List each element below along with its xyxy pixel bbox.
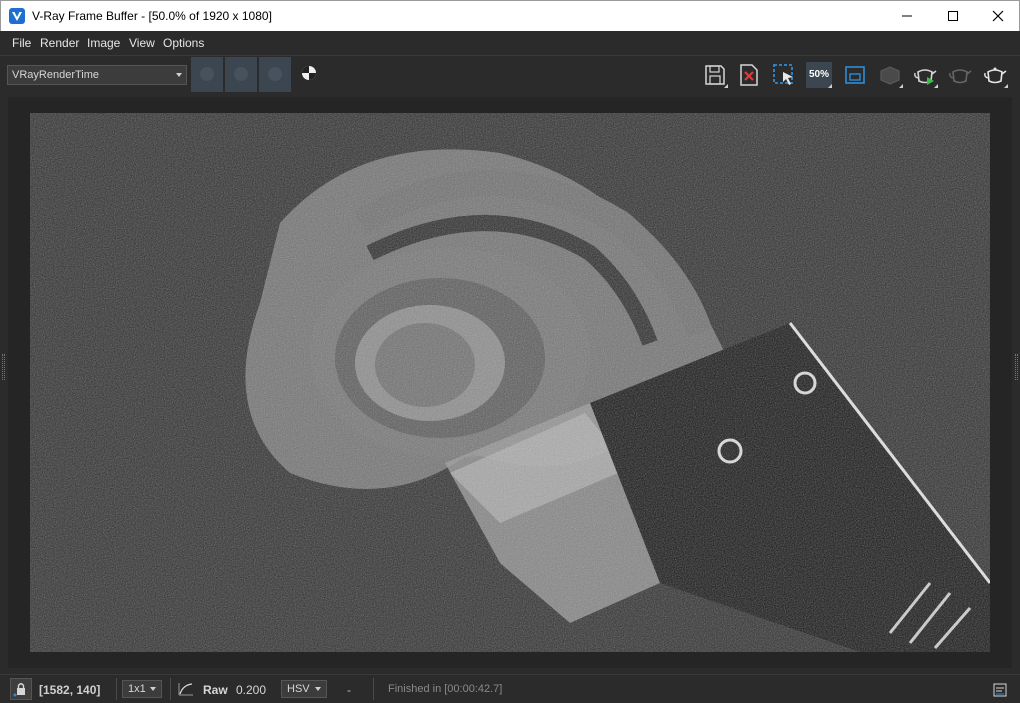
close-button[interactable] <box>975 1 1020 31</box>
raw-value: 0.200 <box>236 683 267 697</box>
minimize-button[interactable] <box>884 1 930 31</box>
window-title: V-Ray Frame Buffer - [50.0% of 1920 x 10… <box>32 9 272 23</box>
status-divider <box>116 678 117 700</box>
save-button[interactable] <box>702 62 728 88</box>
region-render-icon <box>773 64 793 85</box>
start-interactive-render-button[interactable] <box>912 62 938 88</box>
menu-file[interactable]: File <box>12 36 31 50</box>
channel-select-value: VRayRenderTime <box>12 69 100 81</box>
status-divider <box>373 678 374 700</box>
history-icon <box>845 66 865 84</box>
channel-select[interactable]: VRayRenderTime <box>7 65 187 85</box>
region-render-button[interactable] <box>771 62 797 88</box>
status-divider <box>170 678 171 700</box>
zoom-button[interactable]: 50% <box>806 62 832 88</box>
chevron-down-icon <box>176 73 182 77</box>
monochrome-toggle-icon[interactable] <box>302 66 316 80</box>
menu-render[interactable]: Render <box>40 36 79 50</box>
color-curve-icon[interactable] <box>177 681 195 697</box>
dropdown-corner-icon <box>934 84 938 88</box>
history-button[interactable] <box>842 62 868 88</box>
pixel-value: - <box>347 683 351 697</box>
red-channel-button[interactable] <box>191 57 223 92</box>
lock-cursor-icon <box>13 683 25 697</box>
menu-image[interactable]: Image <box>87 36 120 50</box>
blue-channel-icon <box>268 67 282 81</box>
log-window-icon[interactable] <box>993 683 1007 697</box>
track-mouse-button[interactable] <box>10 678 32 700</box>
zoom-level-label: 50% <box>809 69 830 80</box>
dropdown-corner-icon <box>1004 84 1008 88</box>
render-element-button[interactable] <box>877 62 903 88</box>
left-panel-grip-icon[interactable] <box>2 354 5 380</box>
red-channel-icon <box>200 67 214 81</box>
right-panel-grip-icon[interactable] <box>1015 354 1018 380</box>
pixel-ratio-select[interactable]: 1x1 <box>122 680 162 698</box>
menu-view[interactable]: View <box>129 36 155 50</box>
color-mode-value: HSV <box>287 683 310 695</box>
render-button[interactable] <box>982 62 1008 88</box>
vray-logo-icon <box>9 8 25 24</box>
render-image[interactable] <box>30 113 990 652</box>
clear-image-icon <box>740 64 758 86</box>
status-bar: [1582, 140] 1x1 Raw 0.200 HSV - Finished… <box>0 674 1020 703</box>
dropdown-corner-icon <box>724 84 728 88</box>
green-channel-icon <box>234 67 248 81</box>
toolbar: VRayRenderTime 50% <box>0 55 1020 95</box>
chevron-down-icon <box>150 687 156 691</box>
dropdown-corner-icon <box>899 84 903 88</box>
menu-bar: File Render Image View Options <box>0 31 1020 55</box>
pixel-coordinates: [1582, 140] <box>39 683 101 697</box>
menu-options[interactable]: Options <box>163 36 204 50</box>
green-channel-button[interactable] <box>225 57 257 92</box>
dropdown-corner-icon <box>828 84 832 88</box>
teapot-stop-icon <box>949 69 972 84</box>
color-mode-select[interactable]: HSV <box>281 680 327 698</box>
clear-image-button[interactable] <box>736 62 762 88</box>
title-bar: V-Ray Frame Buffer - [50.0% of 1920 x 10… <box>0 0 1020 31</box>
pixel-ratio-value: 1x1 <box>128 683 146 695</box>
maximize-button[interactable] <box>930 1 976 31</box>
chevron-down-icon <box>315 687 321 691</box>
render-status-text: Finished in [00:00:42.7] <box>388 683 503 695</box>
stop-render-button[interactable] <box>947 62 973 88</box>
blue-channel-button[interactable] <box>259 57 291 92</box>
raw-label: Raw <box>203 683 228 697</box>
